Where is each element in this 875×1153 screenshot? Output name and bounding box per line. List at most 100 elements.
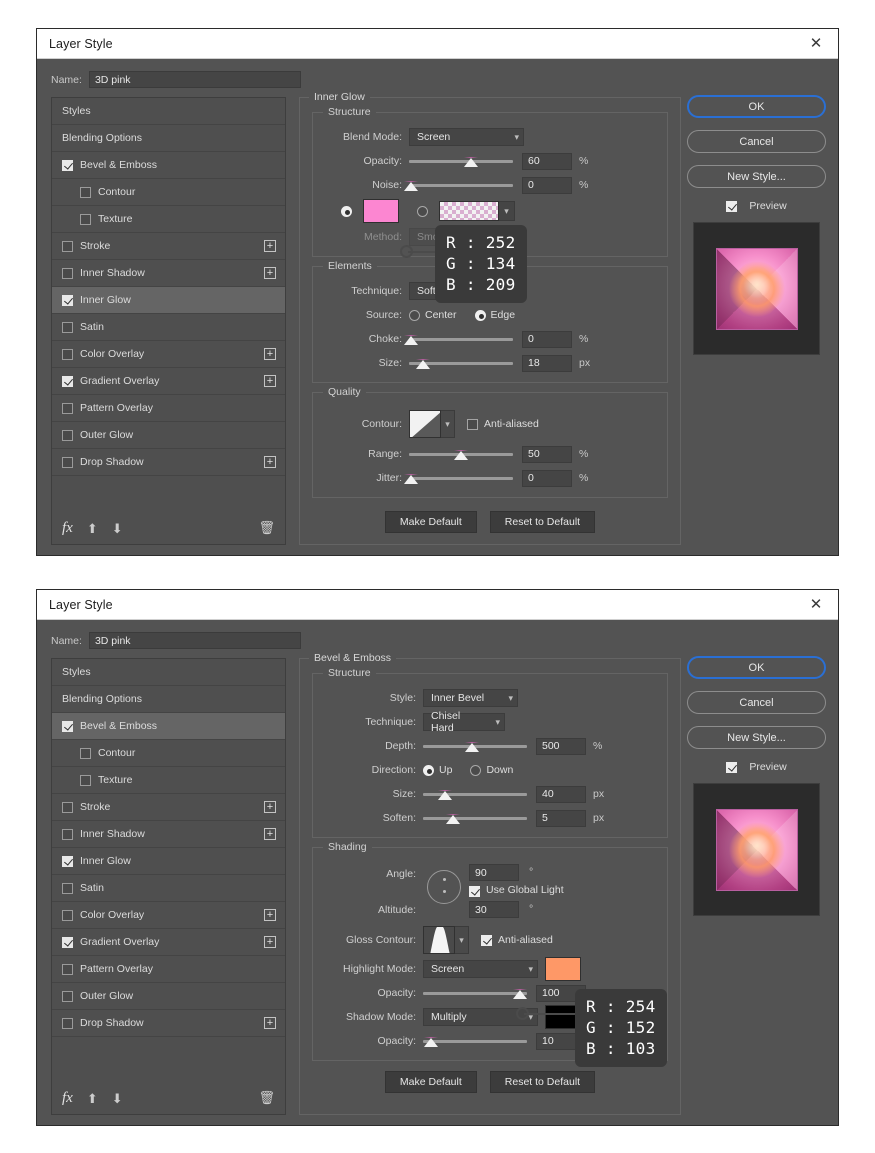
checkbox-icon[interactable]: [62, 963, 73, 975]
size-input[interactable]: 40: [536, 785, 586, 803]
range-input[interactable]: 50: [522, 445, 572, 463]
make-default-button[interactable]: Make Default: [384, 511, 477, 533]
checkbox-icon[interactable]: [62, 159, 73, 171]
choke-input[interactable]: 0: [522, 330, 572, 348]
size-slider[interactable]: [409, 355, 513, 371]
chevron-down-icon[interactable]: ▾: [455, 926, 469, 954]
sidebar-item-pattern-overlay[interactable]: Pattern Overlay: [52, 395, 285, 422]
sidebar-item-contour[interactable]: Contour: [52, 740, 285, 767]
cancel-button[interactable]: Cancel: [687, 691, 826, 714]
sidebar-item-inner-shadow[interactable]: Inner Shadow +: [52, 260, 285, 287]
add-effect-icon[interactable]: +: [264, 348, 276, 360]
jitter-slider[interactable]: [404, 470, 513, 486]
reset-to-default-button[interactable]: Reset to Default: [489, 511, 596, 533]
add-effect-icon[interactable]: +: [264, 909, 276, 921]
close-icon[interactable]: ✕: [798, 591, 834, 619]
name-input[interactable]: 3D pink: [88, 632, 301, 649]
sidebar-item-gradient-overlay[interactable]: Gradient Overlay +: [52, 929, 285, 956]
fx-icon[interactable]: fx: [62, 1090, 73, 1107]
blend-mode-select[interactable]: Screen ▾: [409, 128, 524, 146]
trash-icon[interactable]: 🗑: [258, 520, 275, 536]
sidebar-item-outer-glow[interactable]: Outer Glow: [52, 422, 285, 449]
preview-checkbox[interactable]: [726, 761, 738, 773]
jitter-input[interactable]: 0: [522, 469, 572, 487]
ok-button[interactable]: OK: [687, 656, 826, 679]
chevron-down-icon[interactable]: ▾: [499, 201, 515, 221]
add-effect-icon[interactable]: +: [264, 828, 276, 840]
sidebar-item-bevel-emboss[interactable]: Bevel & Emboss: [52, 152, 285, 179]
gloss-contour-preview[interactable]: [423, 926, 455, 954]
sidebar-item-color-overlay[interactable]: Color Overlay +: [52, 341, 285, 368]
checkbox-icon[interactable]: [62, 429, 73, 441]
checkbox-icon[interactable]: [62, 882, 73, 894]
slider-thumb[interactable]: [464, 157, 479, 167]
checkbox-icon[interactable]: [62, 720, 73, 732]
arrow-up-icon[interactable]: ⬆: [87, 1092, 98, 1105]
sidebar-item-drop-shadow[interactable]: Drop Shadow +: [52, 449, 285, 476]
name-input[interactable]: 3D pink: [88, 71, 301, 88]
checkbox-icon[interactable]: [62, 990, 73, 1002]
slider-thumb[interactable]: [512, 989, 527, 999]
soften-input[interactable]: 5: [536, 809, 586, 827]
checkbox-icon[interactable]: [62, 267, 73, 279]
sidebar-item-styles[interactable]: Styles: [52, 98, 285, 125]
slider-thumb[interactable]: [454, 450, 468, 460]
checkbox-icon[interactable]: [80, 747, 91, 759]
arrow-down-icon[interactable]: ⬇: [112, 522, 123, 535]
size-input[interactable]: 18: [522, 354, 572, 372]
sidebar-item-styles[interactable]: Styles: [52, 659, 285, 686]
checkbox-icon[interactable]: [80, 213, 91, 225]
sidebar-item-outer-glow[interactable]: Outer Glow: [52, 983, 285, 1010]
highlight-color-swatch[interactable]: [545, 957, 581, 981]
range-slider[interactable]: [409, 446, 513, 462]
style-select[interactable]: Inner Bevel ▾: [423, 689, 518, 707]
sidebar-item-stroke[interactable]: Stroke +: [52, 233, 285, 260]
add-effect-icon[interactable]: +: [264, 375, 276, 387]
ok-button[interactable]: OK: [687, 95, 826, 118]
checkbox-icon[interactable]: [62, 1017, 73, 1029]
sidebar-item-texture[interactable]: Texture: [52, 767, 285, 794]
sidebar-item-satin[interactable]: Satin: [52, 875, 285, 902]
slider-thumb[interactable]: [415, 359, 430, 369]
sidebar-item-texture[interactable]: Texture: [52, 206, 285, 233]
new-style-button[interactable]: New Style...: [687, 726, 826, 749]
gloss-antialiased-checkbox[interactable]: [481, 934, 492, 946]
checkbox-icon[interactable]: [62, 294, 73, 306]
trash-icon[interactable]: 🗑: [258, 1090, 275, 1106]
arrow-up-icon[interactable]: ⬆: [87, 522, 98, 535]
direction-down-radio[interactable]: [470, 764, 482, 776]
opacity-slider[interactable]: [409, 153, 513, 169]
glow-color-swatch[interactable]: [363, 199, 399, 223]
fx-icon[interactable]: fx: [62, 520, 73, 537]
slider-thumb[interactable]: [404, 181, 419, 191]
antialiased-checkbox[interactable]: [467, 418, 478, 430]
source-edge-radio[interactable]: [474, 309, 486, 321]
opacity-input[interactable]: 60: [522, 152, 572, 170]
cancel-button[interactable]: Cancel: [687, 130, 826, 153]
contour-preview[interactable]: [409, 410, 441, 438]
sidebar-item-blending-options[interactable]: Blending Options: [52, 125, 285, 152]
sidebar-item-gradient-overlay[interactable]: Gradient Overlay +: [52, 368, 285, 395]
sidebar-item-stroke[interactable]: Stroke +: [52, 794, 285, 821]
choke-slider[interactable]: [404, 331, 513, 347]
sidebar-item-satin[interactable]: Satin: [52, 314, 285, 341]
close-icon[interactable]: ✕: [798, 30, 834, 58]
add-effect-icon[interactable]: +: [264, 936, 276, 948]
add-effect-icon[interactable]: +: [264, 456, 276, 468]
checkbox-icon[interactable]: [62, 402, 73, 414]
slider-thumb[interactable]: [437, 790, 452, 800]
angle-input[interactable]: 90: [469, 864, 519, 881]
sidebar-item-inner-glow[interactable]: Inner Glow: [52, 848, 285, 875]
add-effect-icon[interactable]: +: [264, 801, 276, 813]
sidebar-item-pattern-overlay[interactable]: Pattern Overlay: [52, 956, 285, 983]
checkbox-icon[interactable]: [62, 828, 73, 840]
add-effect-icon[interactable]: +: [264, 240, 276, 252]
angle-dial[interactable]: [427, 870, 461, 904]
checkbox-icon[interactable]: [80, 186, 91, 198]
slider-thumb[interactable]: [446, 814, 461, 824]
slider-thumb[interactable]: [404, 335, 419, 345]
reset-to-default-button[interactable]: Reset to Default: [489, 1071, 596, 1093]
slider-thumb[interactable]: [424, 1037, 439, 1047]
checkbox-icon[interactable]: [62, 321, 73, 333]
make-default-button[interactable]: Make Default: [384, 1071, 477, 1093]
